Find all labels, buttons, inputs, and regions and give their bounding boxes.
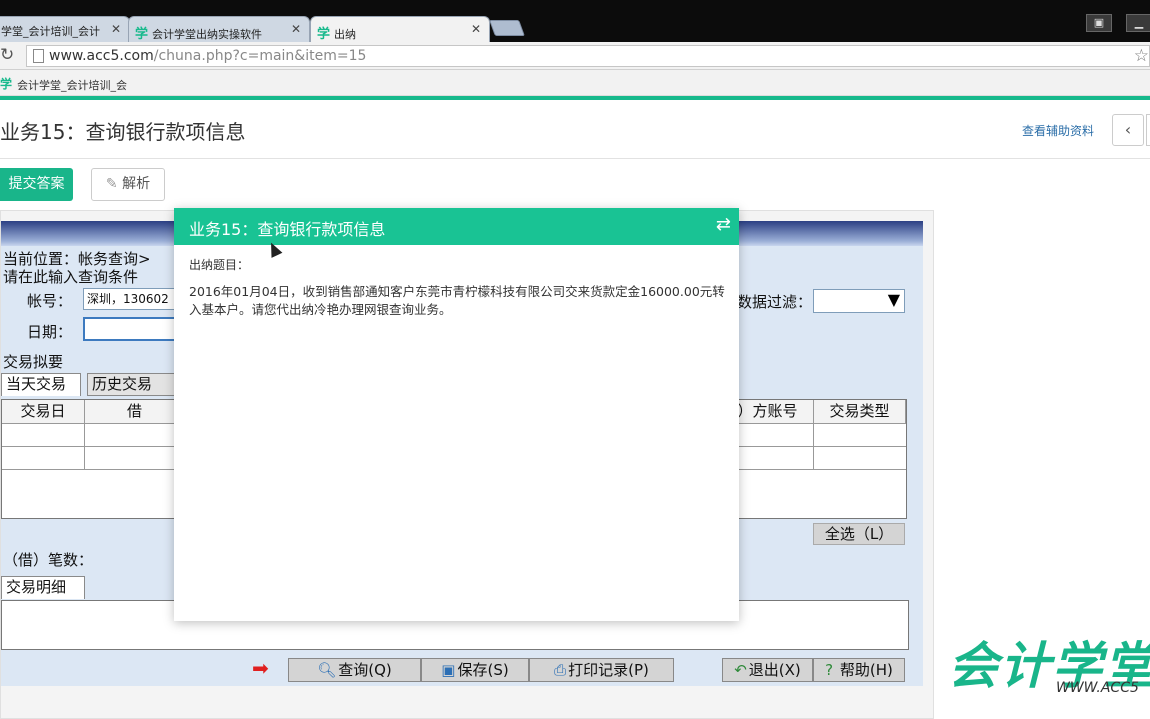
- watermark-en: WWW.ACC5: [1056, 680, 1139, 696]
- search-icon: 🔍︎: [317, 661, 337, 679]
- exit-button[interactable]: ↶ 退出(X): [722, 658, 813, 682]
- analysis-label: 解析: [122, 176, 151, 192]
- printer-icon: ⎙: [554, 661, 567, 679]
- debit-count-label: （借）笔数：: [3, 551, 94, 569]
- help-button[interactable]: ? 帮助(H): [813, 658, 905, 682]
- divider: [0, 158, 1150, 159]
- save-button[interactable]: ▣ 保存(S): [421, 658, 529, 682]
- account-label: 帐号：: [27, 292, 73, 310]
- reload-icon[interactable]: ↻: [0, 45, 14, 65]
- filter-label: 数据过滤：: [737, 293, 813, 311]
- address-bar: ↻ www.acc5.com/chuna.php?c=main&item=15 …: [0, 42, 1150, 70]
- tab-transaction-details[interactable]: 交易明细: [1, 576, 85, 599]
- account-field[interactable]: 深圳，130602: [83, 288, 178, 310]
- query-button[interactable]: 🔍︎ 查询(Q): [288, 658, 421, 682]
- bookmarks-bar: 学 会计学堂_会计培训_会: [0, 70, 1150, 96]
- exit-arrow-icon: ↶: [734, 661, 747, 679]
- page-icon: [33, 49, 44, 63]
- analysis-button[interactable]: ✎ 解析: [91, 168, 165, 201]
- new-tab-button[interactable]: [489, 20, 525, 36]
- filter-select[interactable]: ▼: [813, 289, 905, 313]
- table-cell: [2, 424, 85, 447]
- summary-label: 交易拟要: [3, 353, 64, 371]
- swap-icon[interactable]: ⇄: [716, 214, 731, 235]
- task-modal: 业务15：查询银行款项信息 ⇄ 出纳题目： 2016年01月04日，收到销售部通…: [174, 208, 739, 621]
- modal-header[interactable]: 业务15：查询银行款项信息 ⇄: [174, 208, 739, 245]
- bookmark-item[interactable]: 会计学堂_会计培训_会: [17, 77, 127, 93]
- accent-line: [0, 96, 1150, 100]
- bookmark-star-icon[interactable]: ☆: [1134, 46, 1149, 66]
- column-header[interactable]: 交易日: [2, 400, 85, 424]
- analysis-icon: ✎: [105, 176, 118, 192]
- minimize-icon[interactable]: ▁: [1126, 14, 1150, 32]
- tab-history-transactions[interactable]: 历史交易: [87, 373, 175, 396]
- column-header[interactable]: 交易类型: [814, 400, 906, 424]
- url-text: www.acc5.com/chuna.php?c=main&item=15: [49, 48, 367, 64]
- site-logo-icon: 学: [0, 77, 13, 91]
- task-label: 出纳题目：: [189, 258, 250, 272]
- table-cell: [2, 447, 85, 470]
- back-button[interactable]: ‹: [1112, 114, 1144, 146]
- save-icon: ▣: [441, 661, 456, 679]
- user-icon[interactable]: ▣: [1086, 14, 1112, 32]
- arrow-right-icon: ➡: [252, 656, 269, 680]
- site-logo-icon: 学: [317, 27, 331, 42]
- site-logo-icon: 学: [135, 27, 149, 42]
- column-header[interactable]: 借: [85, 400, 185, 424]
- tab-label: 出纳: [334, 28, 357, 41]
- browser-tab-2[interactable]: 学会计学堂出纳实操软件 ✕: [128, 16, 310, 42]
- submit-answer-button[interactable]: 提交答案: [0, 168, 73, 201]
- close-icon[interactable]: ✕: [111, 22, 121, 36]
- site-watermark-logo: 会计学堂 WWW.ACC5: [948, 626, 1150, 706]
- print-records-button[interactable]: ⎙ 打印记录(P): [529, 658, 674, 682]
- close-icon[interactable]: ✕: [471, 22, 481, 36]
- next-button[interactable]: [1146, 114, 1150, 146]
- tab-label: 学堂_会计培训_会计: [1, 25, 100, 38]
- help-icon: ?: [825, 661, 834, 679]
- close-icon[interactable]: ✕: [291, 22, 301, 36]
- modal-title: 业务15：查询银行款项信息: [189, 220, 386, 239]
- page-title: 业务15：查询银行款项信息: [0, 120, 246, 144]
- date-field[interactable]: [83, 317, 178, 341]
- browser-tab-1[interactable]: 学堂_会计培训_会计 ✕: [0, 16, 130, 42]
- select-all-button[interactable]: 全选（L）: [813, 523, 905, 545]
- task-description: 2016年01月04日，收到销售部通知客户东莞市青柠檬科技有限公司交来货款定金1…: [189, 284, 725, 317]
- triangle-down-icon: ▼: [887, 290, 900, 309]
- table-cell: [85, 424, 185, 447]
- url-input[interactable]: www.acc5.com/chuna.php?c=main&item=15 ☆: [26, 45, 1150, 67]
- browser-tab-strip: 学堂_会计培训_会计 ✕ 学会计学堂出纳实操软件 ✕ 学出纳 ✕ ▣ ▁: [0, 0, 1150, 42]
- chevron-left-icon: ‹: [1124, 120, 1132, 139]
- tab-today-transactions[interactable]: 当天交易: [1, 373, 81, 396]
- date-label: 日期：: [27, 323, 73, 341]
- query-prompt: 请在此输入查询条件: [3, 268, 139, 286]
- table-cell: [85, 447, 185, 470]
- auxiliary-materials-link[interactable]: 查看辅助资料: [1022, 122, 1094, 139]
- tab-label: 会计学堂出纳实操软件: [152, 28, 263, 41]
- browser-tab-active[interactable]: 学出纳 ✕: [310, 16, 490, 42]
